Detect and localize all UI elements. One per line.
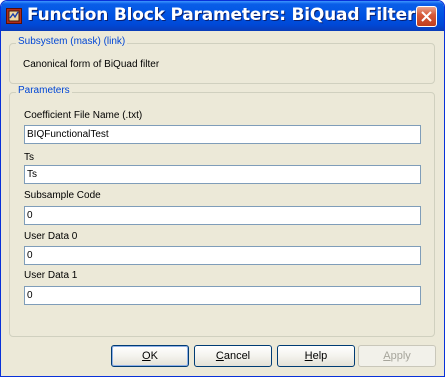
parameters-group: Parameters Coefficient File Name (.txt) … bbox=[9, 85, 435, 337]
help-label-rest: elp bbox=[312, 350, 328, 362]
user-data-0-field[interactable] bbox=[24, 246, 421, 265]
help-button[interactable]: Help bbox=[277, 345, 355, 367]
user-data-1-field[interactable] bbox=[24, 286, 421, 305]
ts-label: Ts bbox=[24, 152, 34, 163]
window-title: Function Block Parameters: BiQuad Filter bbox=[27, 5, 416, 25]
ts-field[interactable] bbox=[24, 165, 421, 184]
apply-button[interactable]: Apply bbox=[358, 345, 436, 367]
ok-label-rest: K bbox=[150, 350, 158, 362]
close-icon bbox=[421, 11, 432, 22]
coefficient-file-label: Coefficient File Name (.txt) bbox=[24, 110, 143, 121]
parameters-legend: Parameters bbox=[16, 85, 72, 96]
close-button[interactable] bbox=[416, 6, 437, 27]
user-data-0-label: User Data 0 bbox=[24, 231, 78, 242]
subsample-code-label: Subsample Code bbox=[24, 190, 101, 201]
subsample-code-field[interactable] bbox=[24, 206, 421, 225]
ok-mnemonic: O bbox=[142, 350, 151, 362]
subsystem-legend: Subsystem (mask) (link) bbox=[16, 36, 128, 47]
cancel-button[interactable]: Cancel bbox=[194, 345, 272, 367]
apply-mnemonic: A bbox=[383, 350, 391, 362]
subsystem-group: Subsystem (mask) (link) Canonical form o… bbox=[9, 36, 435, 84]
apply-label-rest: pply bbox=[390, 350, 411, 362]
simulink-block-icon[interactable] bbox=[6, 8, 22, 24]
title-bar[interactable]: Function Block Parameters: BiQuad Filter bbox=[1, 1, 444, 31]
subsystem-description: Canonical form of BiQuad filter bbox=[23, 59, 160, 70]
coefficient-file-field[interactable] bbox=[24, 125, 421, 144]
user-data-1-label: User Data 1 bbox=[24, 270, 78, 281]
help-mnemonic: H bbox=[304, 350, 313, 362]
cancel-mnemonic: C bbox=[215, 350, 224, 362]
cancel-label-rest: ancel bbox=[223, 350, 251, 362]
ok-button[interactable]: OK bbox=[111, 345, 189, 367]
dialog-window: Function Block Parameters: BiQuad Filter… bbox=[0, 0, 445, 377]
